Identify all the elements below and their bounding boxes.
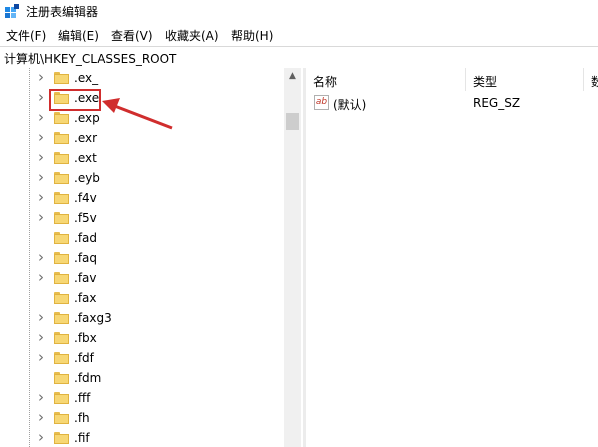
folder-icon <box>54 292 69 304</box>
window-title: 注册表编辑器 <box>26 5 99 19</box>
tree-item[interactable]: .fax <box>0 288 284 308</box>
tree-item-label: .fav <box>74 271 97 285</box>
tree-item[interactable]: › .exe <box>0 88 284 108</box>
tree-item-label: .exr <box>74 131 98 145</box>
tree-item[interactable]: › .fav <box>0 268 284 288</box>
chevron-right-icon[interactable]: › <box>38 210 48 225</box>
value-name: (默认) <box>333 98 367 112</box>
value-list: 名称 类型 数 ab (默认) REG_SZ <box>306 68 598 447</box>
folder-icon <box>54 72 69 84</box>
tree-item[interactable]: › .ext <box>0 148 284 168</box>
tree-item[interactable]: › .faxg3 <box>0 308 284 328</box>
tree-item-label: .ex_ <box>74 71 99 85</box>
tree-item-label: .fdf <box>74 351 94 365</box>
tree-item[interactable]: › .fh <box>0 408 284 428</box>
tree-item-label: .fif <box>74 431 90 445</box>
tree-item-label: .f5v <box>74 211 97 225</box>
folder-icon <box>54 412 69 424</box>
tree-item-label: .fad <box>74 231 98 245</box>
menu-favorites[interactable]: 收藏夹(A) <box>165 27 219 44</box>
chevron-right-icon[interactable]: › <box>38 90 48 105</box>
tree-item-label: .fdm <box>74 371 102 385</box>
menu-help[interactable]: 帮助(H) <box>231 27 273 44</box>
folder-icon <box>54 132 69 144</box>
chevron-right-icon[interactable]: › <box>38 270 48 285</box>
folder-icon <box>54 272 69 284</box>
tree-item[interactable]: › .eyb <box>0 168 284 188</box>
menu-file[interactable]: 文件(F) <box>6 27 46 44</box>
tree-item[interactable]: › .f4v <box>0 188 284 208</box>
folder-icon <box>54 352 69 364</box>
menu-bar: 文件(F) 编辑(E) 查看(V) 收藏夹(A) 帮助(H) <box>0 23 598 45</box>
tree-item[interactable]: › .fdf <box>0 348 284 368</box>
tree-item[interactable]: .fad <box>0 228 284 248</box>
column-header-name[interactable]: 名称 <box>306 68 466 91</box>
highlight-box <box>49 89 101 111</box>
value-type: REG_SZ <box>473 96 521 110</box>
chevron-right-icon[interactable]: › <box>38 390 48 405</box>
chevron-right-icon[interactable]: › <box>38 410 48 425</box>
tree-item-label: .fff <box>74 391 91 405</box>
tree-item-label: .fax <box>74 291 97 305</box>
tree-item-label: .f4v <box>74 191 97 205</box>
column-data-label: 数 <box>591 75 598 89</box>
tree-scrollbar[interactable]: ▲ <box>284 68 301 447</box>
tree-item[interactable]: › .ex_ <box>0 68 284 88</box>
tree-item-label: .eyb <box>74 171 100 185</box>
tree-item[interactable]: › .fif <box>0 428 284 447</box>
chevron-right-icon[interactable]: › <box>38 190 48 205</box>
tree-item-label: .fbx <box>74 331 97 345</box>
chevron-right-icon[interactable]: › <box>38 250 48 265</box>
folder-icon <box>54 172 69 184</box>
chevron-right-icon[interactable]: › <box>38 350 48 365</box>
menu-edit[interactable]: 编辑(E) <box>58 27 99 44</box>
column-header-data[interactable]: 数 <box>584 68 598 91</box>
folder-icon <box>54 192 69 204</box>
chevron-right-icon[interactable]: › <box>38 310 48 325</box>
key-tree: › .ex_ › .exe › .exp › .exr › .ext › .eyb › .f4v › .f5v… <box>0 68 303 447</box>
tree-item[interactable]: › .fbx <box>0 328 284 348</box>
chevron-right-icon[interactable]: › <box>38 130 48 145</box>
tree-item-label: .faq <box>74 251 98 265</box>
tree-item[interactable]: .fdm <box>0 368 284 388</box>
chevron-right-icon[interactable]: › <box>38 430 48 445</box>
menu-view[interactable]: 查看(V) <box>111 27 153 44</box>
registry-editor-icon <box>5 4 19 18</box>
folder-icon <box>54 252 69 264</box>
folder-icon <box>54 152 69 164</box>
scroll-thumb[interactable] <box>286 113 299 130</box>
folder-icon <box>54 432 69 444</box>
title-bar: 注册表编辑器 <box>0 0 598 22</box>
tree-item[interactable]: › .faq <box>0 248 284 268</box>
chevron-right-icon[interactable]: › <box>38 170 48 185</box>
folder-icon <box>54 212 69 224</box>
tree-item-label: .exp <box>74 111 100 125</box>
folder-icon <box>54 392 69 404</box>
column-header-type[interactable]: 类型 <box>466 68 584 91</box>
chevron-right-icon[interactable]: › <box>38 70 48 85</box>
address-path[interactable]: 计算机\HKEY_CLASSES_ROOT <box>4 50 176 67</box>
scroll-up-icon[interactable]: ▲ <box>284 68 301 85</box>
address-bar[interactable]: 计算机\HKEY_CLASSES_ROOT <box>0 46 598 69</box>
string-value-icon: ab <box>314 95 329 110</box>
chevron-right-icon[interactable]: › <box>38 330 48 345</box>
folder-icon <box>54 312 69 324</box>
column-type-label: 类型 <box>473 75 498 89</box>
tree-item[interactable]: › .f5v <box>0 208 284 228</box>
column-name-label: 名称 <box>313 75 338 89</box>
tree-item-label: .fh <box>74 411 90 425</box>
tree-item[interactable]: › .exr <box>0 128 284 148</box>
tree-item-label: .ext <box>74 151 97 165</box>
folder-icon <box>54 332 69 344</box>
tree-item-label: .faxg3 <box>74 311 112 325</box>
tree-item[interactable]: › .exp <box>0 108 284 128</box>
chevron-right-icon[interactable]: › <box>38 110 48 125</box>
chevron-right-icon[interactable]: › <box>38 150 48 165</box>
tree-item[interactable]: › .fff <box>0 388 284 408</box>
folder-icon <box>54 112 69 124</box>
folder-icon <box>54 232 69 244</box>
list-row-default[interactable]: ab (默认) REG_SZ <box>306 94 598 114</box>
folder-icon <box>54 372 69 384</box>
